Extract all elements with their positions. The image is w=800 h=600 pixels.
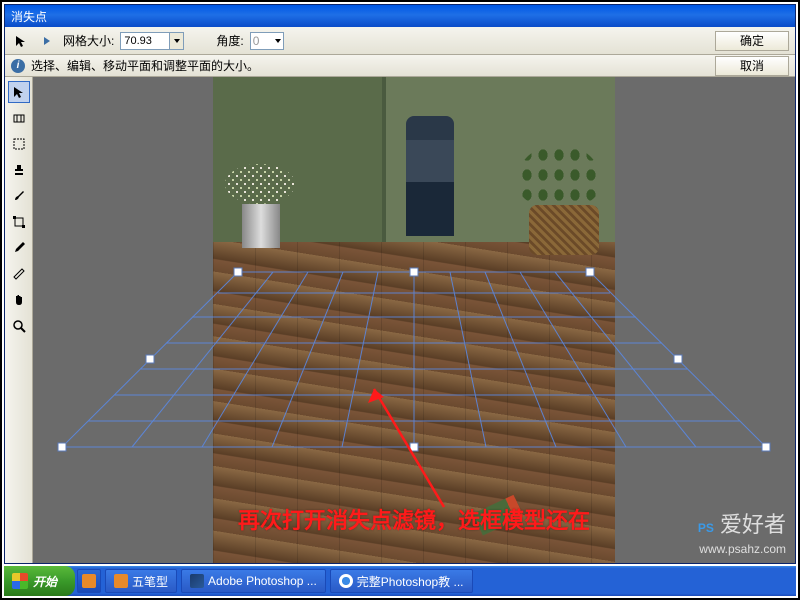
angle-label: 角度: (216, 32, 243, 49)
tool-edit-plane[interactable] (8, 81, 30, 103)
vanishing-point-window: 消失点 网格大小: 角度: 0 确定 i 选择、编辑、移动平面和调整平面的大小。… (4, 4, 796, 564)
hint-text: 选择、编辑、移动平面和调整平面的大小。 (31, 57, 259, 74)
grid-size-label: 网格大小: (63, 32, 114, 49)
taskbar[interactable]: 开始 五笔型 Adobe Photoshop ... 完整Photoshop教 … (4, 566, 796, 596)
angle-select[interactable]: 0 (250, 32, 284, 50)
canvas-area[interactable]: 再次打开消失点滤镜，选框模型还在 (33, 77, 795, 563)
grid-size-dropdown[interactable] (170, 32, 184, 50)
start-button[interactable]: 开始 (4, 566, 75, 596)
tool-brush[interactable] (8, 185, 30, 207)
windows-logo-icon (12, 573, 28, 589)
tool-stamp[interactable] (8, 159, 30, 181)
taskbar-item-ime[interactable]: 五笔型 (105, 569, 177, 593)
info-bar: i 选择、编辑、移动平面和调整平面的大小。 取消 (5, 55, 795, 77)
tool-eyedropper[interactable] (8, 237, 30, 259)
taskbar-item-browser[interactable]: 完整Photoshop教 ... (330, 569, 473, 593)
cancel-button[interactable]: 取消 (715, 56, 789, 76)
tool-transform[interactable] (8, 211, 30, 233)
tool-strip (5, 77, 33, 563)
app-icon (114, 574, 128, 588)
info-icon: i (11, 59, 25, 73)
document-image (213, 77, 615, 563)
ok-button[interactable]: 确定 (715, 31, 789, 51)
grid-size-input[interactable] (120, 32, 170, 50)
flyout-icon[interactable] (37, 31, 57, 51)
title-bar[interactable]: 消失点 (5, 5, 795, 27)
work-area: 再次打开消失点滤镜，选框模型还在 (5, 77, 795, 563)
options-bar: 网格大小: 角度: 0 确定 (5, 27, 795, 55)
pointer-icon (11, 31, 31, 51)
window-title: 消失点 (11, 8, 47, 25)
tool-zoom[interactable] (8, 315, 30, 337)
quicklaunch-ime[interactable] (77, 569, 101, 593)
tool-create-plane[interactable] (8, 107, 30, 129)
taskbar-item-photoshop[interactable]: Adobe Photoshop ... (181, 569, 326, 593)
annotation-text: 再次打开消失点滤镜，选框模型还在 (238, 503, 590, 535)
tool-marquee[interactable] (8, 133, 30, 155)
tool-measure[interactable] (8, 263, 30, 285)
ie-icon (339, 574, 353, 588)
tool-hand[interactable] (8, 289, 30, 311)
photoshop-icon (190, 574, 204, 588)
ime-icon (82, 574, 96, 588)
